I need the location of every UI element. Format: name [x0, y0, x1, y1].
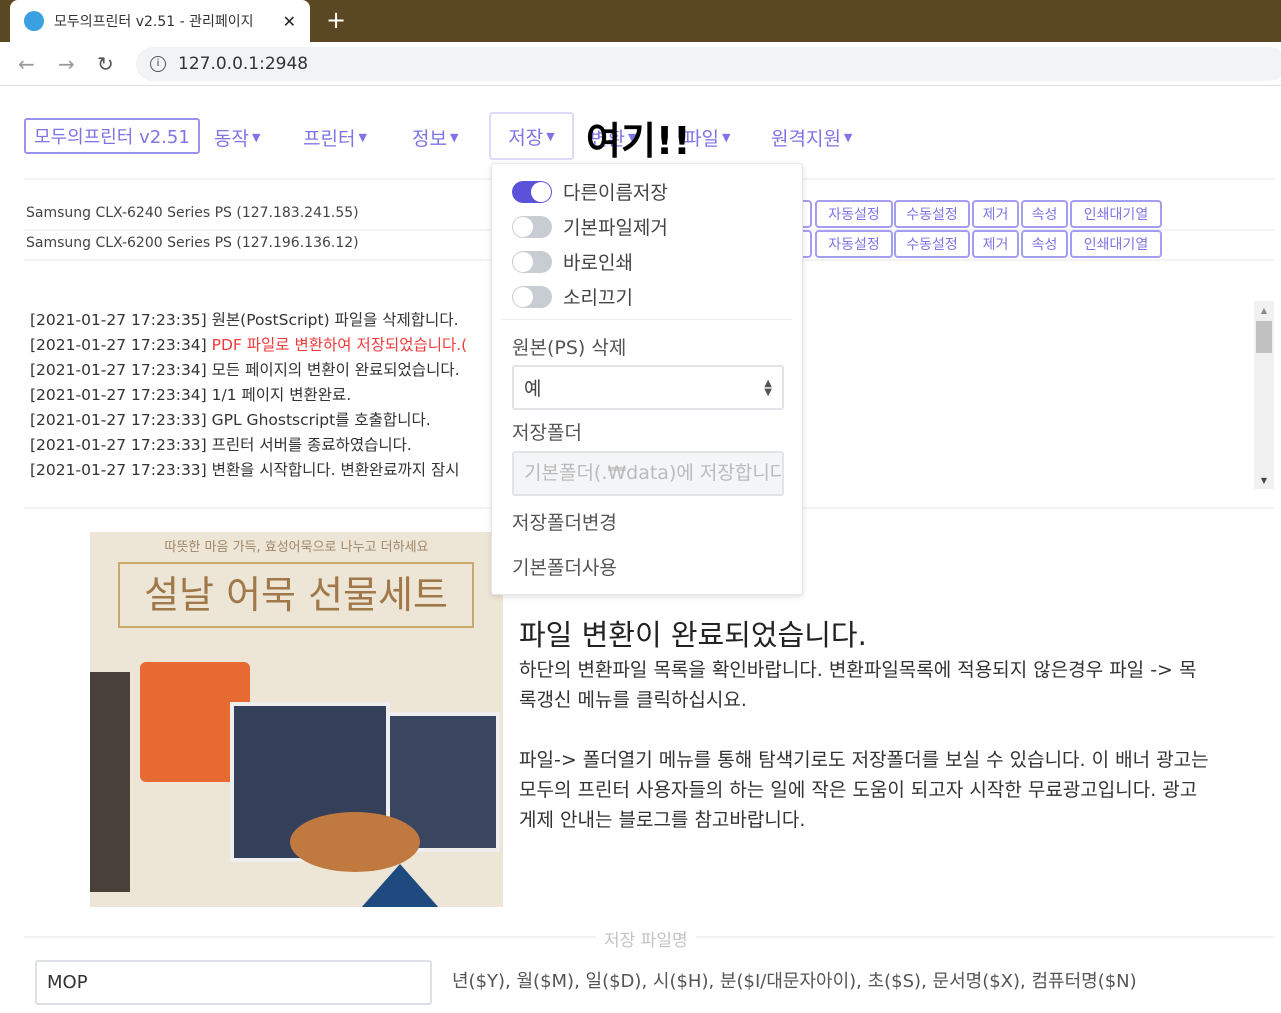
caret-down-icon: ▼	[843, 130, 853, 144]
info-icon[interactable]: i	[150, 56, 166, 72]
ad-logo-shape	[360, 864, 440, 907]
filename-input[interactable]: MOP	[35, 960, 432, 1005]
print-queue-button[interactable]: 인쇄대기열	[1070, 200, 1162, 228]
select-value: 예	[524, 378, 542, 400]
toggle-switch[interactable]	[512, 285, 552, 308]
printer-favicon-icon	[24, 11, 44, 31]
close-tab-icon[interactable]: ✕	[283, 12, 296, 31]
url-input[interactable]: i 127.0.0.1:2948	[136, 47, 1281, 81]
toggle-label: 기본파일제거	[563, 217, 668, 239]
nav-printer[interactable]: 프린터 ▼	[303, 115, 367, 159]
caret-down-icon: ▼	[358, 130, 367, 144]
remove-button[interactable]: 제거	[972, 200, 1019, 228]
tab-title: 모두의프린터 v2.51 - 관리페이지	[54, 14, 254, 30]
caret-down-icon: ▼	[546, 129, 555, 143]
caret-down-icon: ▼	[721, 130, 731, 144]
scroll-thumb[interactable]	[1256, 321, 1272, 353]
printer-name: Samsung CLX-6240 Series PS (127.183.241.…	[26, 205, 359, 221]
forward-icon[interactable]: →	[58, 52, 75, 76]
info-paragraph: 파일-> 폴더열기 메뉴를 통해 탐색기로도 저장폴더를 보실 수 있습니다. …	[519, 749, 1209, 831]
log-message: PDF 파일로 변환하여 저장되었습니다.(	[211, 336, 468, 354]
nav-file[interactable]: 파일 ▼	[684, 115, 730, 159]
manual-setup-button[interactable]: 수동설정	[894, 230, 970, 258]
auto-setup-button[interactable]: 자동설정	[815, 200, 893, 228]
nav-info[interactable]: 정보 ▼	[412, 115, 458, 159]
select-arrows-icon: ▲ ▼	[764, 378, 772, 398]
printer-row-buttons: 자동설정 수동설정 제거 속성 인쇄대기열	[760, 230, 1170, 258]
printer-row-buttons: 자동설정 수동설정 제거 속성 인쇄대기열	[760, 200, 1170, 228]
nav-label: 프린터	[303, 127, 356, 150]
manual-setup-button[interactable]: 수동설정	[894, 200, 970, 228]
toggle-mute[interactable]: 소리끄기	[512, 283, 633, 310]
scroll-up-icon[interactable]: ▲	[1254, 306, 1274, 315]
use-default-folder-item[interactable]: 기본폴더사용	[512, 553, 617, 580]
auto-setup-button[interactable]: 자동설정	[815, 230, 893, 258]
nav-label: 원격지원	[771, 127, 841, 150]
log-time: [2021-01-27 17:23:34]	[30, 336, 212, 354]
ad-title: 설날 어묵 선물세트	[118, 562, 474, 628]
browser-tab[interactable]: 모두의프린터 v2.51 - 관리페이지 ✕	[10, 0, 310, 42]
caret-down-icon: ▼	[449, 130, 459, 144]
toggle-switch[interactable]	[512, 180, 552, 203]
toggle-direct-print[interactable]: 바로인쇄	[512, 248, 633, 275]
ad-banner-image[interactable]: 따뜻한 마음 가득, 효성어묵으로 나누고 더하세요 설날 어묵 선물세트	[90, 532, 503, 907]
caret-down-icon: ▼	[251, 130, 261, 144]
remove-button[interactable]: 제거	[972, 230, 1019, 258]
print-queue-button[interactable]: 인쇄대기열	[1070, 230, 1162, 258]
save-dropdown-menu: 다른이름저장 기본파일제거 바로인쇄 소리끄기 원본(PS) 삭제 예 ▲ ▼ 저장…	[491, 163, 803, 595]
nav-label: 저장	[508, 126, 544, 149]
nav-remote[interactable]: 원격지원 ▼	[771, 115, 852, 159]
annotation-text: 여기!!	[586, 119, 691, 163]
nav-label: 정보	[412, 127, 447, 150]
printer-name: Samsung CLX-6200 Series PS (127.196.136.…	[26, 235, 359, 251]
completion-headline: 파일 변환이 완료되었습니다.	[519, 618, 867, 652]
toggle-remove-default-file[interactable]: 기본파일제거	[512, 213, 668, 240]
nav-save[interactable]: 저장 ▼	[489, 112, 574, 160]
info-paragraph: 하단의 변환파일 목록을 확인바랍니다. 변환파일목록에 적용되지 않은경우 파…	[519, 659, 1197, 711]
brand-button[interactable]: 모두의프린터 v2.51	[24, 118, 200, 154]
save-folder-label: 저장폴더	[512, 422, 582, 444]
nav-label: 동작	[214, 127, 249, 150]
filename-hint: 년($Y), 월($M), 일($D), 시($H), 분($I/대문자아이),…	[452, 971, 1137, 992]
ad-subtitle: 따뜻한 마음 가득, 효성어묵으로 나누고 더하세요	[164, 540, 429, 555]
url-text: 127.0.0.1:2948	[178, 54, 309, 74]
ad-shape	[90, 672, 130, 892]
toggle-save-as[interactable]: 다른이름저장	[512, 178, 668, 205]
nav-action[interactable]: 동작 ▼	[214, 115, 260, 159]
toggle-switch[interactable]	[512, 215, 552, 238]
save-folder-input[interactable]: 기본폴더(.₩data)에 저장합니다	[512, 451, 784, 496]
properties-button[interactable]: 속성	[1021, 230, 1068, 258]
ad-food-shape	[290, 812, 420, 872]
filename-legend: 저장 파일명	[596, 926, 696, 951]
toggle-label: 소리끄기	[563, 287, 633, 309]
delete-original-label: 원본(PS) 삭제	[512, 337, 627, 359]
scroll-down-icon[interactable]: ▼	[1254, 476, 1274, 485]
new-tab-icon[interactable]: +	[326, 6, 346, 34]
toggle-switch[interactable]	[512, 250, 552, 273]
toggle-label: 바로인쇄	[563, 252, 633, 274]
toggle-label: 다른이름저장	[563, 182, 668, 204]
log-scrollbar[interactable]: ▲ ▼	[1254, 301, 1274, 489]
change-folder-item[interactable]: 저장폴더변경	[512, 508, 617, 535]
properties-button[interactable]: 속성	[1021, 200, 1068, 228]
delete-original-select[interactable]: 예 ▲ ▼	[512, 365, 784, 410]
back-icon[interactable]: ←	[18, 52, 35, 76]
divider	[502, 319, 792, 320]
reload-icon[interactable]: ↻	[97, 52, 114, 76]
